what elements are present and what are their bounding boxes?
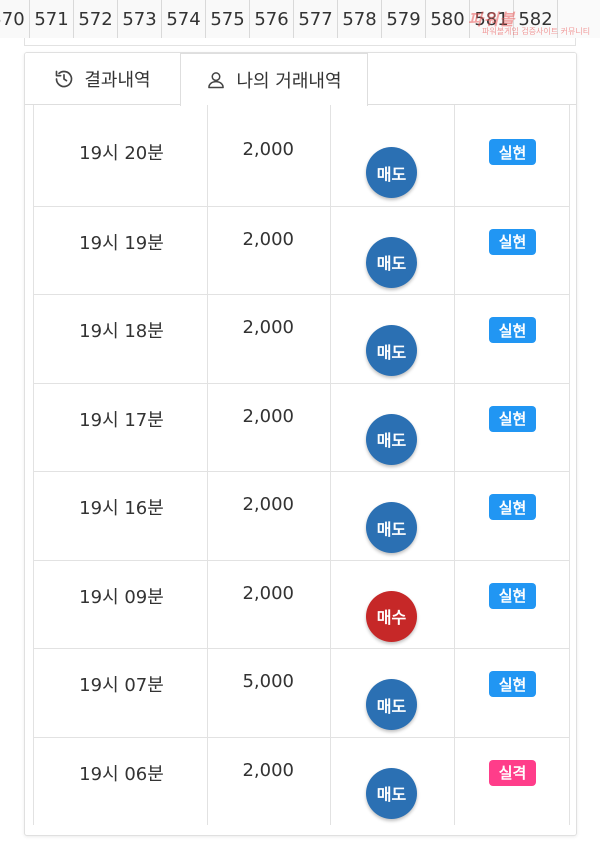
user-icon — [208, 72, 225, 89]
result-badge: 실현 — [489, 317, 536, 343]
round-number-strip: 570571572573574575576577578579580581582 — [0, 0, 600, 38]
result-badge: 실현 — [489, 671, 536, 697]
result-badge: 실현 — [489, 139, 536, 165]
trade-row: 19시 16분 2,000 매도 실현 — [33, 471, 570, 560]
table-cell: 2,000 — [208, 295, 331, 383]
sell-action-badge: 매도 — [366, 679, 417, 730]
table-cell: 19시 09분 — [33, 560, 208, 648]
table-cell: 2,000 — [208, 737, 331, 825]
round-number-cell[interactable]: 575 — [206, 0, 250, 38]
trade-time: 19시 09분 — [79, 586, 164, 608]
table-cell: 19시 16분 — [33, 472, 208, 560]
table-cell: 19시 20분 — [33, 117, 208, 206]
table-cell: 실현 — [455, 649, 570, 737]
round-number-cell[interactable]: 576 — [250, 0, 294, 38]
table-cell: 19시 18분 — [33, 295, 208, 383]
tab-bar: 결과내역 나의 거래내역 — [25, 53, 576, 106]
result-badge: 실현 — [489, 405, 536, 432]
table-cell: 2,000 — [208, 472, 331, 560]
trade-amount: 5,000 — [242, 671, 294, 692]
table-cell: 실현 — [455, 472, 570, 560]
round-number-cell[interactable]: 574 — [162, 0, 206, 38]
round-number-cell[interactable]: 570 — [0, 0, 30, 38]
trade-amount: 2,000 — [242, 405, 294, 427]
table-cell: 19시 07분 — [33, 649, 208, 737]
table-cell: 실현 — [455, 117, 570, 206]
table-header-stub — [33, 105, 570, 117]
table-cell: 2,000 — [208, 560, 331, 648]
round-number-cell[interactable]: 580 — [426, 0, 470, 38]
sell-action-badge: 매도 — [366, 502, 417, 553]
result-badge: 실격 — [489, 759, 536, 786]
buy-action-badge: 매수 — [366, 590, 417, 642]
trade-row: 19시 09분 2,000 매수 실현 — [33, 559, 570, 648]
table-cell: 19시 06분 — [33, 737, 208, 825]
table-cell: 매도 — [331, 472, 455, 560]
trade-row: 19시 17분 2,000 매도 실현 — [33, 382, 570, 471]
table-cell: 매수 — [331, 560, 455, 648]
table-cell: 실격 — [455, 737, 570, 825]
table-cell: 2,000 — [208, 117, 331, 206]
trade-time: 19시 16분 — [79, 498, 164, 519]
round-number-cell[interactable]: 573 — [118, 0, 162, 38]
round-number-cell[interactable]: 578 — [338, 0, 382, 38]
trade-amount: 2,000 — [242, 759, 294, 781]
table-cell: 매도 — [331, 117, 455, 206]
table-cell: 2,000 — [208, 206, 331, 294]
trade-row: 19시 20분 2,000 매도 실현 — [33, 117, 570, 206]
table-cell: 실현 — [455, 383, 570, 471]
table-cell: 실현 — [455, 295, 570, 383]
table-cell: 5,000 — [208, 649, 331, 737]
trade-amount: 2,000 — [242, 139, 294, 160]
trade-time: 19시 17분 — [79, 409, 164, 431]
table-cell: 매도 — [331, 295, 455, 383]
table-cell: 19시 17분 — [33, 383, 208, 471]
table-cell: 실현 — [455, 560, 570, 648]
table-cell: 매도 — [331, 383, 455, 471]
round-number-cell[interactable]: 579 — [382, 0, 426, 38]
tab-my-trades-label: 나의 거래내역 — [236, 71, 342, 92]
trade-amount: 2,000 — [242, 228, 294, 250]
strip-underline — [24, 38, 576, 46]
trade-time: 19시 06분 — [79, 763, 164, 785]
trade-time: 19시 19분 — [79, 232, 164, 254]
table-cell: 2,000 — [208, 383, 331, 471]
trade-time: 19시 18분 — [79, 321, 164, 342]
trade-time: 19시 20분 — [79, 143, 164, 164]
trade-row: 19시 06분 2,000 매도 실격 — [33, 736, 570, 825]
trade-amount: 2,000 — [242, 494, 294, 515]
sell-action-badge: 매도 — [366, 413, 417, 465]
trade-row: 19시 19분 2,000 매도 실현 — [33, 205, 570, 294]
round-number-cell[interactable]: 577 — [294, 0, 338, 38]
sell-action-badge: 매도 — [366, 147, 417, 198]
app-root: 570571572573574575576577578579580581582 … — [0, 0, 600, 856]
tab-my-trades[interactable]: 나의 거래내역 — [180, 53, 368, 106]
table-cell: 19시 19분 — [33, 206, 208, 294]
table-cell: 매도 — [331, 649, 455, 737]
trade-history-card: 결과내역 나의 거래내역 19시 20분 2,000 매도 실현 19시 19분 2,00… — [24, 52, 577, 836]
trade-table: 19시 20분 2,000 매도 실현 19시 19분 2,000 매도 실현 19시 18분 2… — [33, 117, 570, 825]
trade-time: 19시 07분 — [79, 675, 164, 696]
trade-row: 19시 07분 5,000 매도 실현 — [33, 648, 570, 737]
round-number-cell[interactable]: 571 — [30, 0, 74, 38]
history-icon — [56, 70, 73, 88]
trade-amount: 2,000 — [242, 317, 294, 338]
sell-action-badge: 매도 — [366, 325, 417, 376]
result-badge: 실현 — [489, 228, 536, 255]
round-number-list: 570571572573574575576577578579580581582 — [0, 0, 558, 38]
table-cell: 실현 — [455, 206, 570, 294]
round-number-cell[interactable]: 572 — [74, 0, 118, 38]
trade-row: 19시 18분 2,000 매도 실현 — [33, 294, 570, 383]
tab-results-label: 결과내역 — [84, 70, 151, 91]
result-badge: 실현 — [489, 494, 536, 520]
round-number-cell[interactable]: 581 — [470, 0, 514, 38]
table-cell: 매도 — [331, 206, 455, 294]
sell-action-badge: 매도 — [366, 236, 417, 288]
result-badge: 실현 — [489, 582, 536, 609]
round-number-cell[interactable]: 582 — [514, 0, 558, 38]
trade-amount: 2,000 — [242, 582, 294, 604]
sell-action-badge: 매도 — [366, 767, 417, 819]
tab-results[interactable]: 결과내역 — [25, 53, 180, 105]
table-cell: 매도 — [331, 737, 455, 825]
